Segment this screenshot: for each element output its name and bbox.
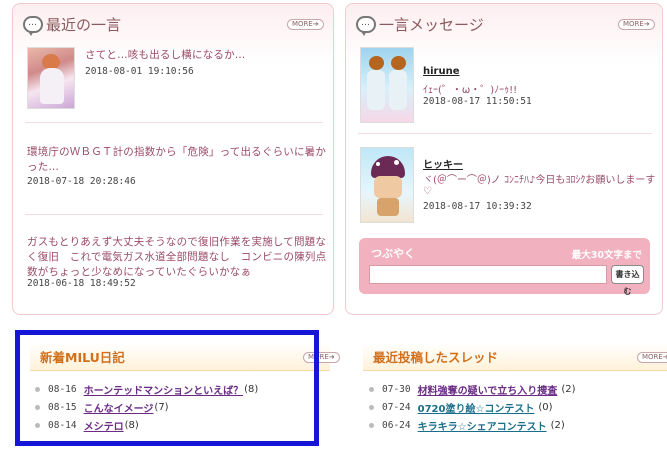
reply-count: (0) <box>538 401 553 413</box>
message-author-link[interactable]: hirune <box>423 66 460 77</box>
user-avatar[interactable] <box>27 47 75 109</box>
recent-item-date: 2018-06-18 18:49:52 <box>27 278 136 289</box>
tsubuyaku-box: つぶやく 最大30文字まで 書き込む <box>359 238 650 296</box>
recent-words-panel: … 最近の一言 MORE➔ さてと…咳も出るし横になるか… 2018-08-01… <box>12 3 334 315</box>
list-item: 07-30 材料強奪の疑いで立ち入り捜査 (2) <box>369 382 576 397</box>
item-date: 06-24 <box>382 419 411 431</box>
recent-item-date: 2018-08-01 19:10:56 <box>85 66 194 77</box>
message-text: ヾ(＠⌒ー⌒＠)ノ ｺﾝﾆﾁﾊ♪今日もﾖﾛｼｸお願いしまーす♡ <box>423 175 656 197</box>
post-button[interactable]: 書き込む <box>611 265 644 296</box>
highlight-box <box>15 330 319 446</box>
recent-words-title: 最近の一言 <box>46 15 122 34</box>
thread-link[interactable]: キラキラ☆シェアコンテスト <box>418 418 547 433</box>
user-avatar[interactable] <box>360 147 414 223</box>
message-author-link[interactable]: ヒッキー <box>423 156 463 171</box>
recent-item-text: さてと…咳も出るし横になるか… <box>85 49 246 61</box>
bullet-icon <box>369 386 374 392</box>
reply-count: (2) <box>561 383 576 395</box>
recent-item-text: ガスもとりあえず大丈夫そうなので復旧作業を実施して問題なく復旧 これで電気ガス水… <box>27 236 327 278</box>
divider <box>25 214 323 215</box>
threads-title: 最近投稿したスレッド <box>373 350 499 365</box>
message-date: 2018-08-17 10:39:32 <box>423 201 532 212</box>
threads-more-button[interactable]: MORE➔ <box>637 352 667 363</box>
item-date: 07-30 <box>382 383 411 395</box>
speech-bubble-icon: … <box>356 15 376 36</box>
messages-more-button[interactable]: MORE➔ <box>618 19 655 30</box>
recent-more-button[interactable]: MORE➔ <box>287 19 324 30</box>
divider <box>25 122 323 123</box>
divider <box>358 133 652 134</box>
user-avatar[interactable] <box>360 47 414 123</box>
bullet-icon <box>369 422 374 428</box>
bullet-icon <box>369 404 374 410</box>
messages-title: 一言メッセージ <box>379 15 484 34</box>
message-text: ｲｪｰ(゜・ω・゜)ﾉｰｩ!! <box>423 85 518 96</box>
threads-header: 最近投稿したスレッド <box>363 343 667 371</box>
tsubuyaku-label: つぶやく <box>371 247 415 260</box>
speech-bubble-icon: … <box>23 15 43 36</box>
thread-link[interactable]: 材料強奪の疑いで立ち入り捜査 <box>418 382 558 397</box>
messages-header: … 一言メッセージ <box>356 12 484 36</box>
message-date: 2018-08-17 11:50:51 <box>423 96 532 107</box>
recent-words-header: … 最近の一言 <box>23 12 121 36</box>
recent-item-date: 2018-07-18 20:28:46 <box>27 176 136 187</box>
tsubuyaku-input[interactable] <box>369 265 607 284</box>
list-item: 07-24 0720塗り絵☆コンテスト (0) <box>369 400 553 415</box>
list-item: 06-24 キラキラ☆シェアコンテスト (2) <box>369 418 565 433</box>
thread-link[interactable]: 0720塗り絵☆コンテスト <box>418 400 535 415</box>
reply-count: (2) <box>550 419 565 431</box>
recent-item-text: 環境庁のＷＢＧＴ計の指数から「危険」って出るぐらいに暑かった… <box>27 146 327 173</box>
item-date: 07-24 <box>382 401 411 413</box>
tsubuyaku-max-note: 最大30文字まで <box>571 250 642 261</box>
